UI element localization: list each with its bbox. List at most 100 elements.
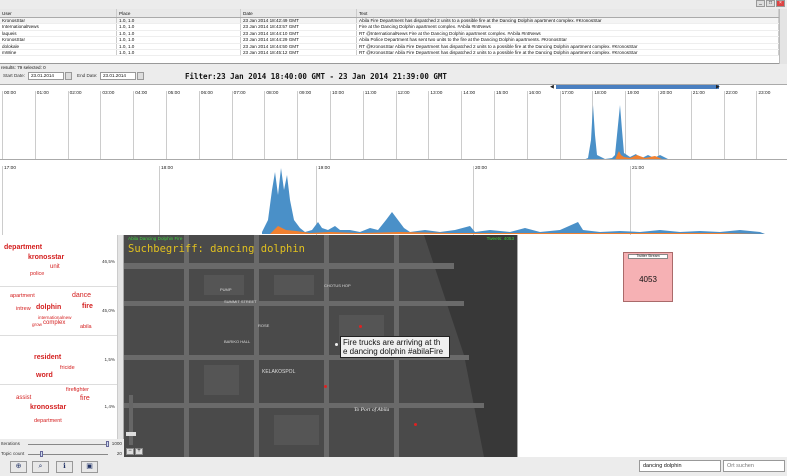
topic-word: intrew xyxy=(16,306,31,312)
map-label: KELAKOSPOL xyxy=(262,369,296,375)
map-label: BARIKO HALL xyxy=(224,339,251,344)
topic-cluster-4[interactable]: firefighter assist fire kronosstar depar… xyxy=(0,386,117,438)
results-count: results: 79 selected: 0 xyxy=(1,65,46,70)
zoom-slider-track[interactable] xyxy=(129,395,133,445)
start-date-label: Start Date: xyxy=(3,73,25,78)
cell-place: 1.0, 1.0 xyxy=(117,49,241,56)
stream-title: Twitter Stream xyxy=(628,254,668,259)
filter-label: Filter:23 Jan 2014 18:40:00 GMT - 23 Jan… xyxy=(185,72,447,81)
zoom-slider-handle[interactable] xyxy=(126,432,136,436)
stream-panel: Twitter Stream 4053 xyxy=(517,235,787,457)
cell-user: laqueis xyxy=(0,30,117,37)
topic-word: assist xyxy=(16,395,32,401)
end-date-input[interactable]: 23.01.2014 xyxy=(100,72,136,80)
iterations-label: Iterations xyxy=(1,441,20,446)
topic-word: fricide xyxy=(60,365,75,371)
detail-blue-series xyxy=(262,168,765,234)
cell-place: 1.0, 1.0 xyxy=(117,43,241,49)
close-icon[interactable]: × xyxy=(776,0,785,7)
cell-text: RT @KronosStar Abila Fire Department has… xyxy=(357,49,779,56)
topic-word: fire xyxy=(80,395,90,402)
topic-word: fire xyxy=(82,303,93,310)
zoom-icon[interactable]: ⊕ xyxy=(10,461,27,473)
topics-scrollbar[interactable] xyxy=(117,235,123,439)
topic-cluster-3[interactable]: resident fricide word 1,5% xyxy=(0,337,117,385)
topic-word-clouds: department kronosstar unit police 46,5% … xyxy=(0,235,124,439)
cell-text: Fire at the Dancing Dolphin apartment co… xyxy=(357,24,779,30)
map-label: SUMMIT STREET xyxy=(224,299,257,304)
search-term-title: Suchbegriff: dancing dolphin xyxy=(128,243,306,255)
map-tweet-count: Tweets: 4053 xyxy=(486,236,514,241)
cell-place: 1.0, 1.0 xyxy=(117,37,241,43)
search-icon[interactable]: ⌕ xyxy=(32,461,49,473)
info-icon[interactable]: ℹ xyxy=(56,461,73,473)
iterations-slider-handle[interactable] xyxy=(106,441,109,447)
cell-user: mWine xyxy=(0,49,117,56)
tweet-callout: Fire trucks are arriving at th e dancing… xyxy=(340,336,450,358)
search-term-field[interactable]: dancing dolphin xyxy=(639,460,721,472)
tweet-location-marker[interactable] xyxy=(335,343,338,346)
end-date-label: End Date: xyxy=(77,73,98,78)
tweet-location-marker[interactable] xyxy=(324,385,327,388)
cell-date: 23 Jan 2014 18:45:12 GMT xyxy=(241,49,357,56)
cell-user: InternationalNews xyxy=(0,24,117,30)
iterations-slider[interactable] xyxy=(28,444,108,445)
topic-word: department xyxy=(34,418,62,424)
topic-word: unit xyxy=(50,264,60,270)
cell-user: KronosStar xyxy=(0,18,117,24)
app-window: _ □ × User Place Date Text KronosStar 1.0… xyxy=(0,0,787,476)
cell-user: dolokale xyxy=(0,43,117,49)
topic-word: kronosstar xyxy=(28,254,65,261)
cell-user: KronosStar xyxy=(0,37,117,43)
topic-word: police xyxy=(30,271,45,277)
cell-text: RT @KronosStar Abila Fire Department has… xyxy=(357,43,779,49)
topic-word: firefighter xyxy=(66,387,89,393)
stream-count: 4053 xyxy=(639,275,657,284)
cell-text: RT @InternationalNews Fire at the Dancin… xyxy=(357,30,779,37)
start-date-picker-button[interactable] xyxy=(65,72,72,80)
column-header-place[interactable]: Place xyxy=(117,9,241,17)
topic-word: kronosstar xyxy=(30,404,67,411)
cell-place: 1.0, 1.0 xyxy=(117,30,241,37)
minimize-icon[interactable]: _ xyxy=(756,0,765,7)
tweet-location-marker[interactable] xyxy=(359,325,362,328)
place-search-field[interactable]: Ort suchen xyxy=(723,460,785,472)
cell-date: 23 Jan 2014 18:44:29 GMT xyxy=(241,37,357,43)
topic-word: word xyxy=(36,372,53,379)
topic-word: complex xyxy=(43,320,66,326)
maximize-icon[interactable]: □ xyxy=(766,0,775,7)
timeline-overview[interactable]: ◀ ▶ 00:00 01:00 02:00 03:00 04:00 05:00 06:00 0… xyxy=(0,84,787,161)
column-header-user[interactable]: User xyxy=(0,9,117,17)
map-label: PUMP xyxy=(220,287,232,292)
column-header-date[interactable]: Date xyxy=(241,9,357,17)
cell-place: 1.0, 1.0 xyxy=(117,24,241,30)
detail-volume-chart xyxy=(262,168,765,234)
cell-text: Abila Fire Department has dispatched 2 u… xyxy=(357,18,779,24)
topic-count-value: 20 xyxy=(116,451,122,456)
zoom-in-icon[interactable]: + xyxy=(135,448,143,455)
map-subtitle: Abila Dancing Dolphin Fire xyxy=(128,236,183,241)
topic-count-slider-handle[interactable] xyxy=(40,451,43,457)
map-label: CHOTUS HOP xyxy=(324,283,351,288)
table-scrollbar[interactable] xyxy=(779,9,787,64)
topic-cluster-2[interactable]: apartment dance intrew dolphin fire inte… xyxy=(0,288,117,336)
table-row[interactable]: mWine 1.0, 1.0 23 Jan 2014 18:45:12 GMT RT … xyxy=(0,49,787,57)
topic-word: department xyxy=(4,244,43,251)
overview-blue-series xyxy=(583,105,675,160)
topic-word: grow xyxy=(32,322,42,327)
cell-date: 23 Jan 2014 18:42:49 GMT xyxy=(241,18,357,24)
start-date-input[interactable]: 23.01.2014 xyxy=(28,72,64,80)
save-icon[interactable]: ▣ xyxy=(81,461,98,473)
cell-date: 23 Jan 2014 18:44:10 GMT xyxy=(241,30,357,37)
topic-cluster-1[interactable]: department kronosstar unit police 46,5% xyxy=(0,235,117,287)
iterations-value: 1000 xyxy=(111,441,122,446)
tweet-table: User Place Date Text KronosStar 1.0, 1.0 2… xyxy=(0,9,787,64)
twitter-stream-box[interactable]: Twitter Stream 4053 xyxy=(623,252,673,302)
zoom-out-icon[interactable]: − xyxy=(126,448,134,455)
map-view[interactable]: PUMP CHOTUS HOP ROSE BARIKO HALL KELAKOS… xyxy=(124,235,517,457)
table-header: User Place Date Text xyxy=(0,9,787,18)
timeline-detail[interactable]: 17:00 18:00 19:00 20:00 21:00 xyxy=(0,159,787,236)
column-header-text[interactable]: Text xyxy=(357,9,779,17)
end-date-picker-button[interactable] xyxy=(137,72,144,80)
tweet-location-marker[interactable] xyxy=(414,423,417,426)
